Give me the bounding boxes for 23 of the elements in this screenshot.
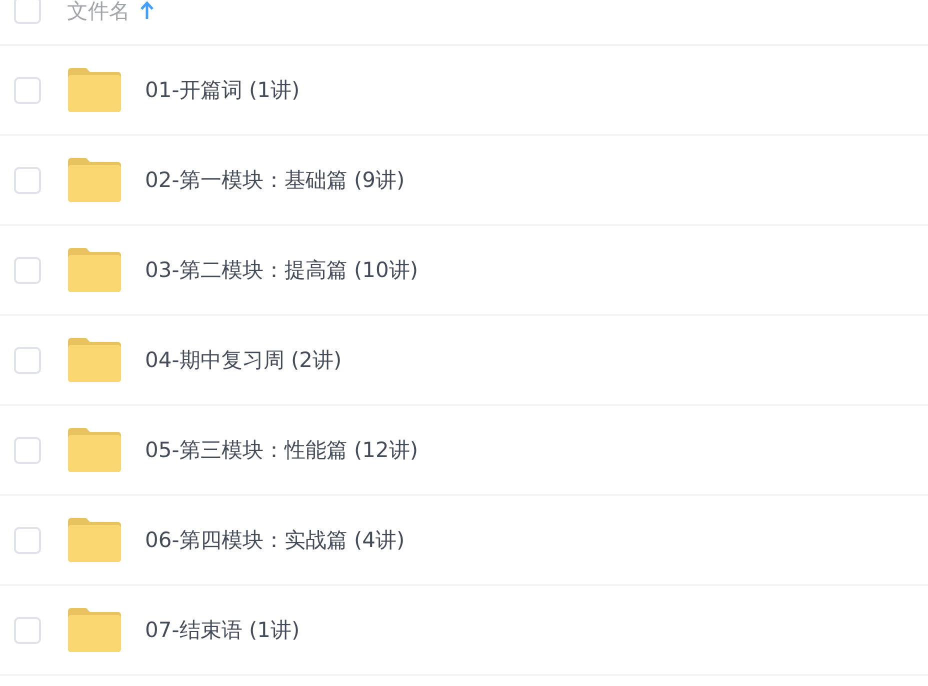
checkbox[interactable] — [14, 166, 41, 194]
checkbox[interactable] — [14, 256, 41, 284]
folder-name[interactable]: 03-第二模块：提高篇 (10讲) — [145, 256, 418, 284]
checkbox[interactable] — [14, 346, 41, 374]
folder-name[interactable]: 04-期中复习周 (2讲) — [145, 346, 342, 374]
folder-name[interactable]: 06-第四模块：实战篇 (4讲) — [145, 526, 405, 554]
folder-icon — [68, 248, 121, 292]
checkbox[interactable] — [14, 526, 41, 554]
checkbox[interactable] — [14, 436, 41, 464]
checkbox[interactable] — [14, 616, 41, 644]
folder-icon — [68, 338, 121, 382]
checkbox[interactable] — [14, 76, 41, 104]
folder-icon — [68, 68, 121, 112]
folder-name[interactable]: 05-第三模块：性能篇 (12讲) — [145, 436, 418, 464]
folder-name[interactable]: 02-第一模块：基础篇 (9讲) — [145, 166, 405, 194]
folder-icon — [68, 518, 121, 562]
sort-arrow-icon[interactable] — [140, 1, 154, 21]
folder-icon — [68, 428, 121, 472]
folder-name[interactable]: 07-结束语 (1讲) — [145, 616, 300, 644]
checkbox[interactable] — [14, 0, 41, 24]
folder-icon — [68, 608, 121, 652]
folder-icon — [68, 158, 121, 202]
folder-name[interactable]: 01-开篇词 (1讲) — [145, 76, 300, 104]
